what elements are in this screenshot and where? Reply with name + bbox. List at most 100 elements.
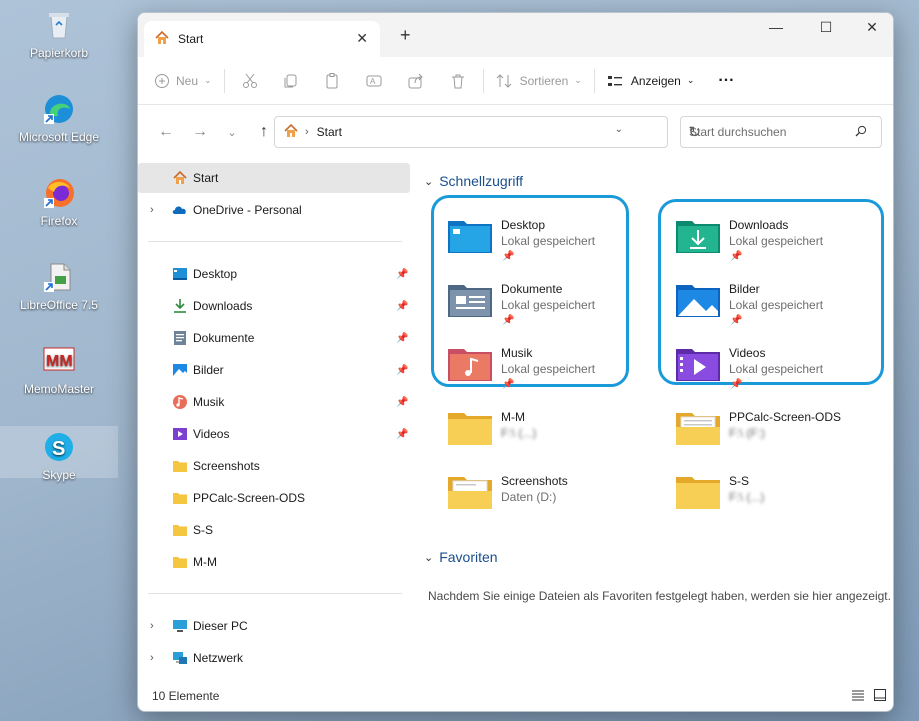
tile-name: Bilder — [729, 282, 760, 296]
quick-access-header[interactable]: ⌄ Schnellzugriff — [424, 173, 523, 189]
share-icon — [407, 72, 425, 90]
sidebar-item-screenshots[interactable]: Screenshots — [138, 451, 410, 481]
sidebar-item-label: M-M — [193, 555, 217, 569]
desktop-icon-label: MemoMaster — [23, 382, 94, 396]
toolbar-divider — [593, 68, 595, 93]
cut-button[interactable] — [241, 72, 259, 90]
music-icon — [172, 394, 188, 410]
sidebar-item-label: Desktop — [193, 267, 238, 281]
pin-icon[interactable]: 📌 — [396, 301, 408, 312]
sort-button[interactable]: Sortieren ⌄ — [496, 73, 582, 89]
tile-m-m[interactable]: M-M F:\ (...) — [416, 403, 626, 463]
desktop-folder-icon — [172, 266, 188, 282]
chevron-right-icon[interactable]: › — [150, 204, 154, 216]
pin-icon[interactable]: 📌 — [396, 269, 408, 280]
share-button[interactable] — [407, 72, 425, 90]
minimize-button[interactable]: — — [760, 19, 792, 43]
computer-icon — [172, 618, 188, 634]
sidebar-item-music[interactable]: Musik 📌 — [138, 387, 410, 417]
desktop-icon-libreoffice[interactable]: LibreOffice 7.5 — [14, 256, 104, 328]
navigation-pane: Start › OneDrive - Personal Desktop 📌 Do… — [138, 161, 414, 681]
rename-button[interactable]: A — [365, 72, 383, 90]
desktop-icon-recycle-bin[interactable]: Papierkorb — [14, 4, 104, 76]
address-dropdown-icon[interactable]: ⌄ — [615, 124, 623, 135]
tile-documents[interactable]: Dokumente Lokal gespeichert 📌 — [416, 275, 626, 335]
sidebar-item-s-s[interactable]: S-S — [138, 515, 410, 545]
libreoffice-icon — [42, 260, 76, 294]
tile-name: S-S — [729, 474, 750, 488]
pin-icon[interactable]: 📌 — [396, 429, 408, 440]
sidebar-divider — [148, 593, 402, 594]
sidebar-item-label: Netzwerk — [193, 651, 244, 665]
pin-icon[interactable]: 📌 — [396, 397, 408, 408]
pin-icon: 📌 — [730, 251, 743, 262]
delete-button[interactable] — [449, 72, 467, 90]
tile-music[interactable]: Musik Lokal gespeichert 📌 — [416, 339, 626, 399]
sidebar-item-m-m[interactable]: M-M — [138, 547, 410, 577]
tile-downloads[interactable]: Downloads Lokal gespeichert 📌 — [644, 211, 854, 271]
sidebar-item-ppcalc[interactable]: PPCalc-Screen-ODS — [138, 483, 410, 513]
section-title: Favoriten — [439, 549, 498, 565]
pin-icon[interactable]: 📌 — [396, 365, 408, 376]
chevron-down-icon: ⌄ — [574, 75, 582, 85]
maximize-button[interactable]: ☐ — [810, 19, 842, 43]
tab-title: Start — [178, 32, 204, 46]
forward-arrow-icon[interactable]: → — [184, 123, 216, 141]
desktop-icon-label: LibreOffice 7.5 — [20, 298, 98, 312]
tile-videos[interactable]: Videos Lokal gespeichert 📌 — [644, 339, 854, 399]
sidebar-item-network[interactable]: › Netzwerk — [138, 643, 410, 673]
view-button[interactable]: Anzeigen ⌄ — [607, 73, 694, 89]
sidebar-item-start[interactable]: Start — [138, 163, 410, 193]
tiles-view-icon[interactable] — [873, 688, 887, 705]
address-bar[interactable]: › Start ⌄ ↻ — [274, 116, 701, 148]
desktop-icon-skype[interactable]: S Skype — [0, 426, 118, 482]
new-tab-button[interactable]: + — [400, 25, 411, 46]
close-window-button[interactable]: ✕ — [856, 19, 888, 43]
sidebar-item-label: Dokumente — [193, 331, 255, 345]
sidebar-item-downloads[interactable]: Downloads 📌 — [138, 291, 410, 321]
sidebar-item-label: Bilder — [193, 363, 224, 377]
paste-button[interactable] — [323, 72, 341, 90]
content-pane: ⌄ Schnellzugriff Desktop Lokal gespeiche… — [416, 161, 893, 681]
tile-name: Screenshots — [501, 474, 568, 488]
add-icon — [154, 73, 170, 89]
new-button[interactable]: Neu ⌄ — [154, 73, 212, 89]
address-text: Start — [316, 125, 343, 139]
back-arrow-icon[interactable]: ← — [150, 123, 182, 141]
tile-pictures[interactable]: Bilder Lokal gespeichert 📌 — [644, 275, 854, 335]
search-input[interactable]: Start durchsuchen — [680, 116, 882, 148]
chevron-right-icon[interactable]: › — [150, 620, 154, 632]
file-explorer-window: Start ✕ + — ☐ ✕ Neu ⌄ A Sortieren ⌄ Anze… — [137, 12, 894, 712]
view-button-label: Anzeigen — [630, 73, 681, 88]
tab-start[interactable]: Start ✕ — [144, 21, 380, 57]
chevron-down-icon: ⌄ — [424, 175, 434, 188]
download-icon — [172, 298, 188, 314]
videos-icon — [172, 426, 188, 442]
details-view-icon[interactable] — [851, 688, 865, 705]
sidebar-item-pictures[interactable]: Bilder 📌 — [138, 355, 410, 385]
sidebar-item-this-pc[interactable]: › Dieser PC — [138, 611, 410, 641]
recent-chevron-icon[interactable]: ⌄ — [216, 126, 248, 139]
sidebar-item-onedrive[interactable]: › OneDrive - Personal — [138, 195, 410, 225]
desktop-icon-firefox[interactable]: Firefox — [14, 172, 104, 244]
desktop-icon-edge[interactable]: Microsoft Edge — [14, 88, 104, 160]
favorites-header[interactable]: ⌄ Favoriten — [424, 549, 498, 565]
tile-screenshots[interactable]: Screenshots Daten (D:) — [416, 467, 626, 527]
tile-ppcalc[interactable]: PPCalc-Screen-ODS F:\ (F:) — [644, 403, 854, 463]
copy-button[interactable] — [281, 72, 299, 90]
sidebar-item-documents[interactable]: Dokumente 📌 — [138, 323, 410, 353]
more-options-button[interactable]: ··· — [718, 72, 734, 90]
tile-desktop[interactable]: Desktop Lokal gespeichert 📌 — [416, 211, 626, 271]
memomaster-icon: MM — [42, 344, 76, 378]
pin-icon[interactable]: 📌 — [396, 333, 408, 344]
sidebar-item-videos[interactable]: Videos 📌 — [138, 419, 410, 449]
svg-text:MM: MM — [46, 353, 73, 370]
navigation-bar: ← → ⌄ ↑ › Start ⌄ ↻ Start durchsuchen — [138, 105, 893, 159]
desktop-icon-memomaster[interactable]: MM MemoMaster — [14, 340, 104, 412]
close-tab-icon[interactable]: ✕ — [356, 30, 368, 47]
chevron-right-icon[interactable]: › — [150, 652, 154, 664]
sidebar-item-desktop[interactable]: Desktop 📌 — [138, 259, 410, 289]
tile-subtitle: Daten (D:) — [501, 490, 557, 504]
tile-s-s[interactable]: S-S F:\ (...) — [644, 467, 854, 527]
breadcrumb-separator-icon: › — [305, 126, 309, 138]
